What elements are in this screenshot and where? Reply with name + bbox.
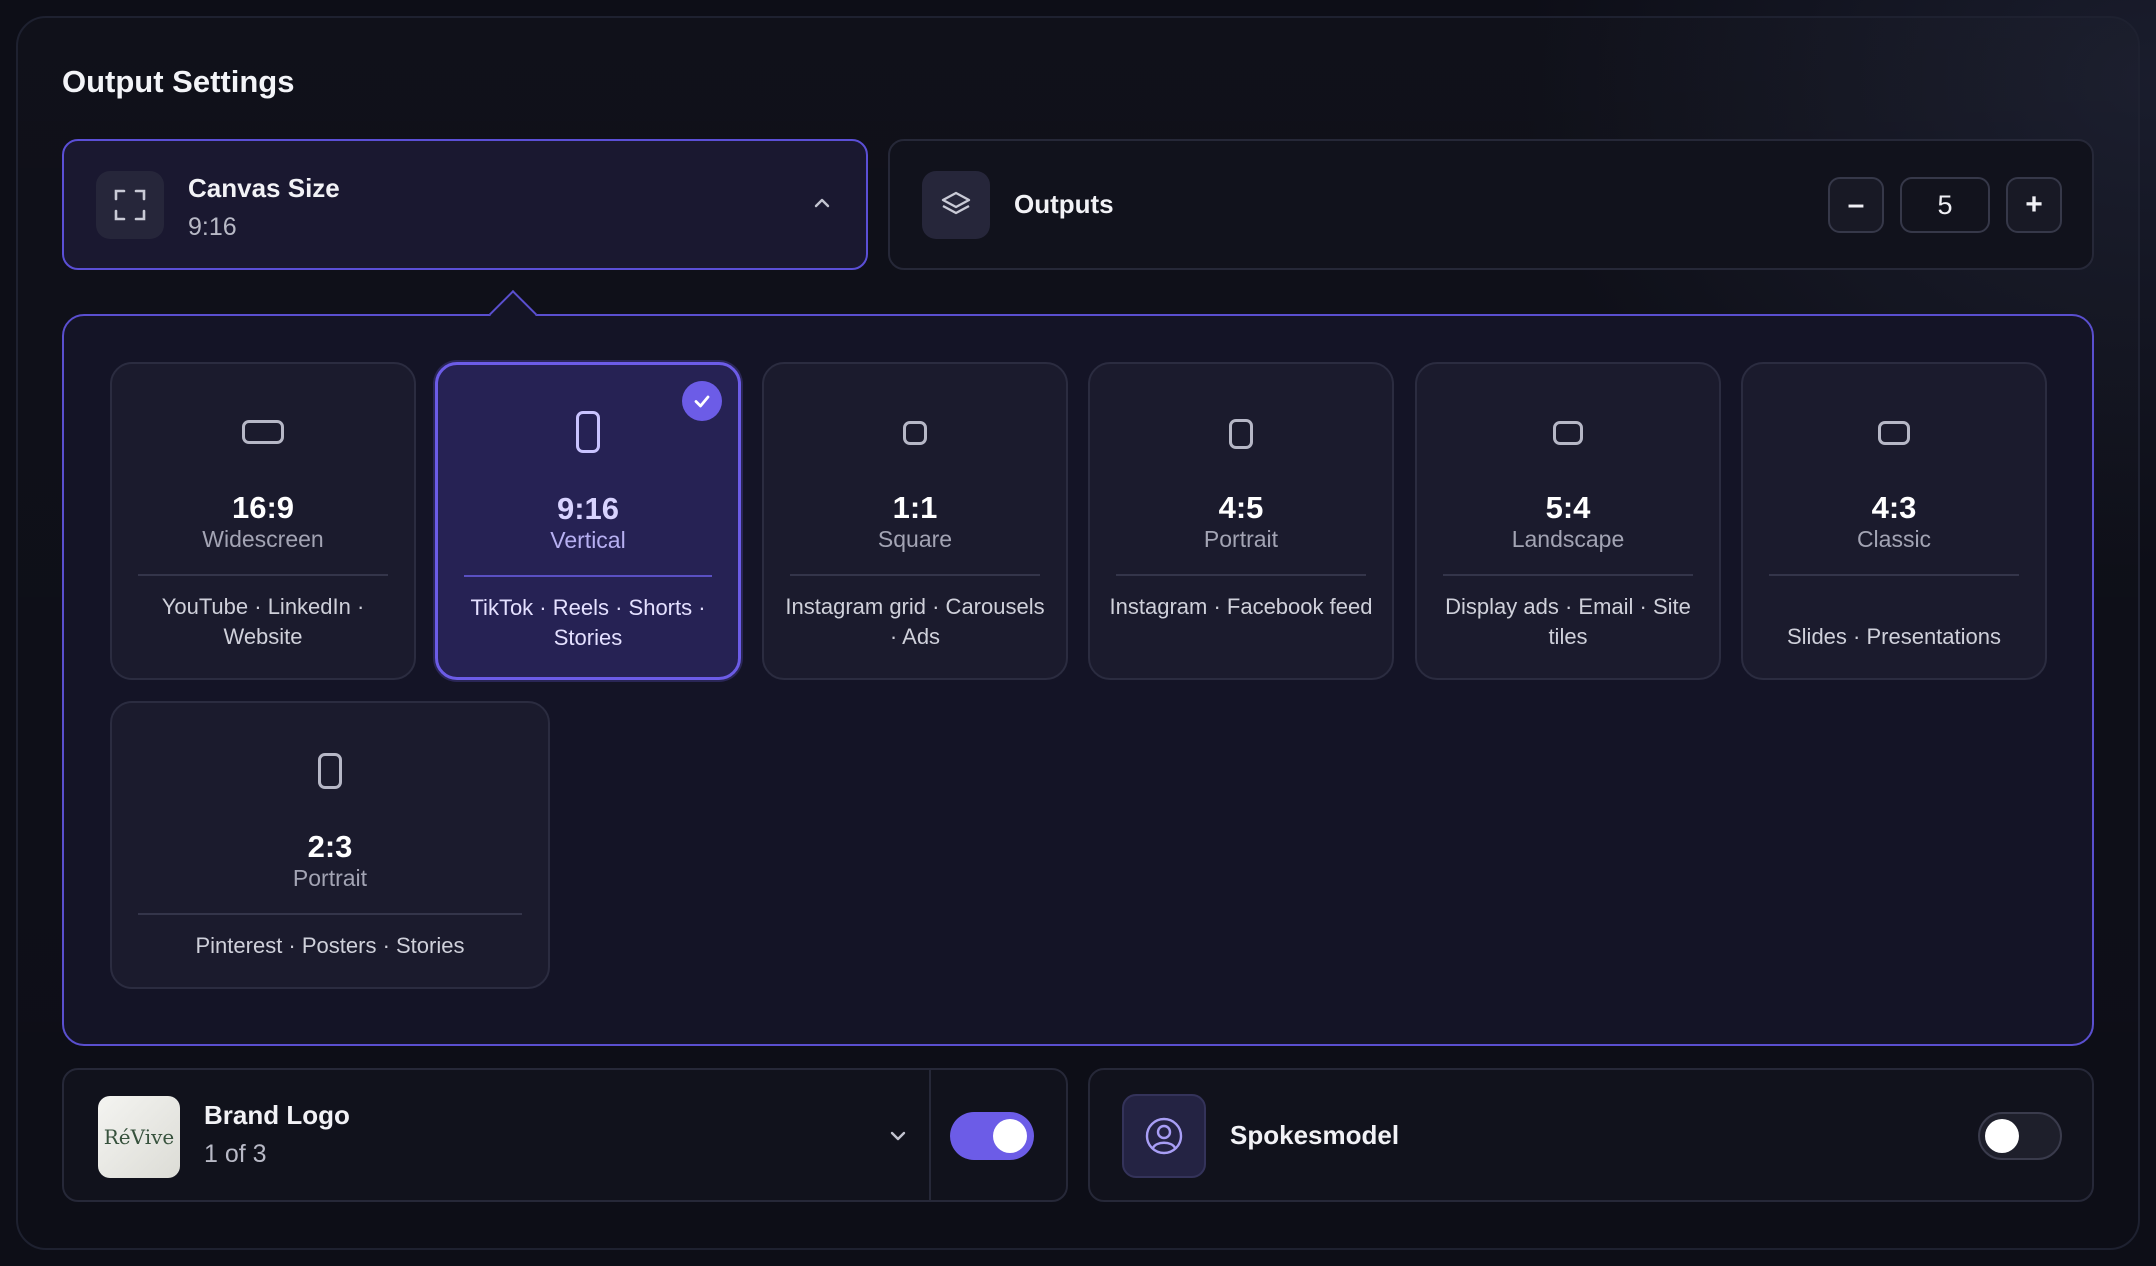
square-frame-icon xyxy=(903,421,927,445)
divider xyxy=(1116,574,1366,576)
brand-logo-title: Brand Logo xyxy=(204,1100,350,1130)
ratio-label: 9:16 xyxy=(556,491,620,526)
ratio-name: Classic xyxy=(1856,526,1932,552)
outputs-count-field[interactable]: 5 xyxy=(1900,177,1990,233)
divider xyxy=(790,574,1040,576)
ratio-option-9-16[interactable]: 9:16 Vertical TikTok · Reels · Shorts · … xyxy=(435,362,741,680)
ratio-name: Widescreen xyxy=(202,526,324,552)
brand-logo-thumbnail[interactable]: RéVive xyxy=(98,1096,180,1178)
brand-logo-count: 1 of 3 xyxy=(204,1140,267,1168)
increment-button[interactable]: + xyxy=(2006,177,2062,233)
chevron-down-icon[interactable] xyxy=(888,1126,908,1151)
spokesmodel-title: Spokesmodel xyxy=(1230,1120,1400,1150)
layers-icon xyxy=(922,171,990,239)
ratio-uses: TikTok · Reels · Shorts · Stories xyxy=(470,595,706,650)
divider xyxy=(1769,574,2019,576)
portrait-frame-icon xyxy=(576,411,600,453)
decrement-button[interactable]: – xyxy=(1828,177,1884,233)
divider xyxy=(138,574,388,576)
spokesmodel-toggle[interactable] xyxy=(1978,1112,2062,1160)
ratio-label: 4:5 xyxy=(1218,490,1264,525)
ratio-uses: Pinterest · Posters · Stories xyxy=(195,933,465,958)
ratio-option-4-5[interactable]: 4:5 Portrait Instagram · Facebook feed xyxy=(1088,362,1394,680)
ratio-label: 1:1 xyxy=(892,490,938,525)
ratio-option-1-1[interactable]: 1:1 Square Instagram grid · Carousels · … xyxy=(762,362,1068,680)
user-circle-icon xyxy=(1122,1094,1206,1178)
landscape-frame-icon xyxy=(1553,421,1583,445)
toggle-knob xyxy=(993,1119,1027,1153)
chevron-up-icon[interactable] xyxy=(812,193,832,218)
divider xyxy=(1443,574,1693,576)
landscape-frame-icon xyxy=(1878,421,1910,445)
outputs-title: Outputs xyxy=(1014,189,1114,219)
ratio-name: Vertical xyxy=(550,527,626,553)
outputs-control: Outputs – 5 + xyxy=(888,139,2094,270)
brand-logo-control: RéVive Brand Logo 1 of 3 xyxy=(62,1068,1068,1202)
canvas-size-value: 9:16 xyxy=(188,213,237,241)
ratio-uses: Instagram · Facebook feed xyxy=(1109,594,1373,619)
ratio-label: 16:9 xyxy=(231,490,295,525)
ratio-name: Square xyxy=(877,526,953,552)
divider xyxy=(929,1070,931,1200)
canvas-size-dropdown: 16:9 Widescreen YouTube · LinkedIn · Web… xyxy=(62,314,2094,1046)
canvas-size-selector[interactable]: Canvas Size 9:16 xyxy=(62,139,868,270)
divider xyxy=(138,913,522,915)
ratio-label: 5:4 xyxy=(1545,490,1591,525)
ratio-name: Portrait xyxy=(1203,526,1279,552)
portrait-frame-icon xyxy=(1229,419,1253,449)
ratio-label: 4:3 xyxy=(1871,490,1917,525)
portrait-frame-icon xyxy=(318,753,342,789)
landscape-frame-icon xyxy=(242,420,284,444)
ratio-uses: Slides · Presentations xyxy=(1787,624,2001,649)
toggle-knob xyxy=(1985,1119,2019,1153)
ratio-option-5-4[interactable]: 5:4 Landscape Display ads · Email · Site… xyxy=(1415,362,1721,680)
section-title: Output Settings xyxy=(62,64,295,99)
canvas-size-title: Canvas Size xyxy=(188,173,340,203)
brand-logo-toggle[interactable] xyxy=(950,1112,1034,1160)
ratio-option-4-3[interactable]: 4:3 Classic Slides · Presentations xyxy=(1741,362,2047,680)
ratio-option-16-9[interactable]: 16:9 Widescreen YouTube · LinkedIn · Web… xyxy=(110,362,416,680)
ratio-label: 2:3 xyxy=(307,829,353,864)
divider xyxy=(464,575,712,577)
ratio-uses: YouTube · LinkedIn · Website xyxy=(161,594,365,649)
ratio-uses: Display ads · Email · Site tiles xyxy=(1445,594,1691,649)
expand-frame-icon xyxy=(96,171,164,239)
checkmark-icon xyxy=(682,381,722,421)
spokesmodel-control: Spokesmodel xyxy=(1088,1068,2094,1202)
ratio-name: Portrait xyxy=(292,865,368,891)
ratio-name: Landscape xyxy=(1511,526,1625,552)
ratio-option-2-3[interactable]: 2:3 Portrait Pinterest · Posters · Stori… xyxy=(110,701,550,989)
ratio-uses: Instagram grid · Carousels · Ads xyxy=(785,594,1045,649)
